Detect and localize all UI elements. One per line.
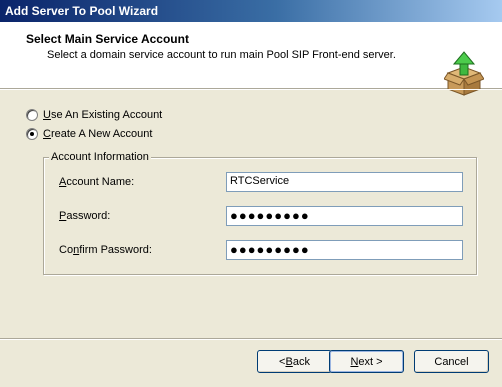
next-button[interactable]: Next > [329,350,404,373]
title-bar: Add Server To Pool Wizard [0,0,502,22]
page-title: Select Main Service Account [26,32,189,46]
use-existing-account-radio[interactable] [26,109,38,121]
use-existing-account-label: Use An Existing Account [43,109,163,121]
header-divider [0,89,502,90]
confirm-password-label: Confirm Password: [59,244,152,256]
create-new-account-label: Create A New Account [43,128,153,140]
confirm-password-input[interactable]: ●●●●●●●●● [226,240,463,260]
account-name-input[interactable]: RTCService [226,172,463,192]
window-title: Add Server To Pool Wizard [5,4,159,18]
back-button[interactable]: < Back [257,350,332,373]
password-input[interactable]: ●●●●●●●●● [226,206,463,226]
create-new-account-option[interactable]: Create A New Account [26,126,152,142]
cancel-button[interactable]: Cancel [414,350,489,373]
create-new-account-radio[interactable] [26,128,38,140]
footer-divider [0,338,502,340]
password-label: Password: [59,210,111,222]
account-name-label: Account Name: [59,176,135,188]
use-existing-account-option[interactable]: Use An Existing Account [26,107,162,123]
wizard-header: Select Main Service Account Select a dom… [0,22,502,96]
account-information-legend: Account Information [49,151,151,163]
page-subtitle: Select a domain service account to run m… [47,49,396,61]
